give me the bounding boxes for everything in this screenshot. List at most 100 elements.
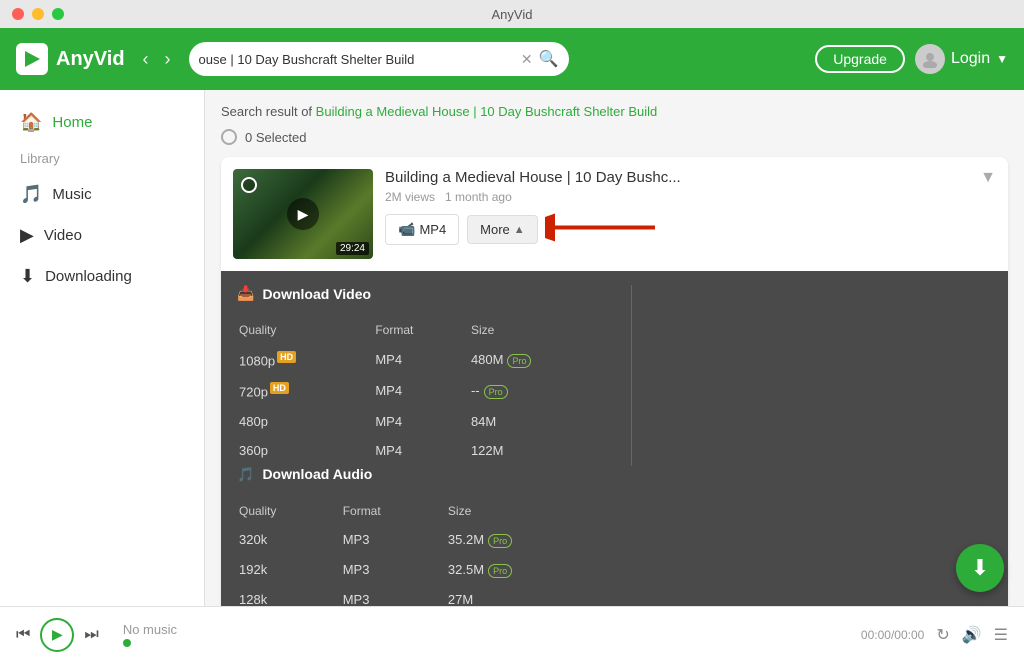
audio-quality-col-header: Quality — [239, 501, 341, 524]
select-all-checkbox[interactable] — [221, 129, 237, 145]
volume-button[interactable]: 🔊 — [962, 625, 982, 645]
content-area: Search result of Building a Medieval Hou… — [205, 90, 1024, 606]
dropdown-arrow-icon[interactable]: ▼ — [996, 52, 1008, 66]
video-select-checkbox-1[interactable] — [241, 177, 257, 193]
card-expand-button-1[interactable]: ▼ — [980, 169, 996, 187]
back-button[interactable]: ‹ — [137, 47, 155, 72]
video-meta-1: 2M views 1 month ago — [385, 190, 996, 204]
video-title-1: Building a Medieval House | 10 Day Bushc… — [385, 169, 996, 186]
video-option-row[interactable]: 360p MP4 122M — [239, 437, 613, 464]
repeat-button[interactable]: ↻ — [936, 625, 949, 645]
download-video-col: 📥 Download Video Quality Format Size — [237, 285, 615, 466]
audio-option-row[interactable]: 192k MP3 32.5MPro — [239, 556, 613, 584]
window-controls[interactable] — [12, 8, 64, 20]
sidebar-home-label: Home — [52, 114, 92, 131]
select-bar: 0 Selected — [221, 129, 1008, 145]
main-layout: 🏠 Home Library 🎵 Music ▶ Video ⬇ Downloa… — [0, 90, 1024, 606]
red-arrow-annotation — [545, 207, 665, 252]
download-video-table: Quality Format Size 1080pHD MP4 480MPro … — [237, 318, 615, 466]
home-icon: 🏠 — [20, 112, 42, 133]
player-bar: ⏮ ▶ ⏭ No music 00:00/00:00 ↻ 🔊 ☰ — [0, 606, 1024, 662]
chevron-up-icon: ▲ — [514, 224, 525, 236]
audio-option-row[interactable]: 320k MP3 35.2MPro — [239, 526, 613, 554]
forward-button[interactable]: › — [159, 47, 177, 72]
sidebar-item-downloading[interactable]: ⬇ Downloading — [0, 256, 204, 297]
video-size-cell: 122M — [471, 437, 613, 464]
sidebar: 🏠 Home Library 🎵 Music ▶ Video ⬇ Downloa… — [0, 90, 205, 606]
video-option-row[interactable]: 480p MP4 84M — [239, 408, 613, 435]
video-quality-cell: 480p — [239, 408, 373, 435]
time-display: 00:00/00:00 — [861, 628, 924, 642]
download-video-label: Download Video — [262, 286, 371, 302]
video-quality-cell: 1080pHD — [239, 345, 373, 374]
video-format-cell: MP4 — [375, 408, 469, 435]
maximize-button[interactable] — [52, 8, 64, 20]
download-video-icon: 📥 — [237, 285, 254, 302]
player-track-info: No music — [111, 622, 849, 647]
sidebar-item-home[interactable]: 🏠 Home — [0, 102, 204, 143]
play-button-1[interactable]: ▶ — [287, 198, 319, 230]
sidebar-video-label: Video — [44, 227, 82, 244]
audio-size-cell: 35.2MPro — [448, 526, 613, 554]
select-count-label: 0 Selected — [245, 130, 306, 145]
download-fab[interactable]: ⬇ — [956, 544, 1004, 592]
music-progress-dot — [123, 639, 131, 647]
more-button-1[interactable]: More ▲ — [467, 215, 538, 244]
nav-arrows[interactable]: ‹ › — [137, 47, 177, 72]
search-clear-button[interactable]: ✕ — [521, 51, 533, 68]
video-thumbnail-1[interactable]: ▶ 29:24 — [233, 169, 373, 259]
sidebar-downloading-label: Downloading — [45, 268, 132, 285]
audio-size-cell: 27M — [448, 586, 613, 606]
header-right: Upgrade Login ▼ — [815, 44, 1008, 74]
column-divider — [631, 285, 632, 466]
sidebar-item-video[interactable]: ▶ Video — [0, 215, 204, 256]
video-option-row[interactable]: 1080pHD MP4 480MPro — [239, 345, 613, 374]
app-logo — [16, 43, 48, 75]
sidebar-item-music[interactable]: 🎵 Music — [0, 174, 204, 215]
mp4-button-1[interactable]: 📹 MP4 — [385, 214, 459, 245]
audio-size-cell: 32.5MPro — [448, 556, 613, 584]
avatar — [915, 44, 945, 74]
video-option-row[interactable]: 720pHD MP4 --Pro — [239, 376, 613, 405]
audio-format-cell: MP3 — [343, 526, 446, 554]
search-result-link[interactable]: Building a Medieval House | 10 Day Bushc… — [316, 104, 658, 119]
download-fab-icon: ⬇ — [971, 555, 989, 581]
window-title: AnyVid — [492, 7, 533, 22]
video-format-cell: MP4 — [375, 437, 469, 464]
queue-button[interactable]: ☰ — [994, 625, 1008, 645]
more-label: More — [480, 222, 510, 237]
music-icon: 🎵 — [20, 184, 42, 205]
download-audio-icon: 🎵 — [237, 466, 254, 483]
mp4-icon: 📹 — [398, 221, 415, 238]
video-format-col-header: Format — [375, 320, 469, 343]
play-pause-button[interactable]: ▶ — [40, 618, 74, 652]
video-card-1-header: ▶ 29:24 Building a Medieval House | 10 D… — [221, 157, 1008, 271]
video-icon: ▶ — [20, 225, 34, 246]
video-quality-col-header: Quality — [239, 320, 373, 343]
audio-option-row[interactable]: 128k MP3 27M — [239, 586, 613, 606]
video-time-1: 1 month ago — [445, 190, 512, 204]
login-label[interactable]: Login — [951, 50, 990, 68]
search-result-header: Search result of Building a Medieval Hou… — [221, 104, 1008, 119]
minimize-button[interactable] — [32, 8, 44, 20]
video-size-cell: 84M — [471, 408, 613, 435]
video-size-cell: 480MPro — [471, 345, 613, 374]
search-icon[interactable]: 🔍 — [539, 49, 559, 69]
search-bar[interactable]: ouse | 10 Day Bushcraft Shelter Build ✕ … — [189, 42, 569, 76]
login-area[interactable]: Login ▼ — [915, 44, 1008, 74]
video-actions-1: 📹 MP4 More ▲ — [385, 214, 996, 245]
audio-quality-cell: 320k — [239, 526, 341, 554]
search-text: ouse | 10 Day Bushcraft Shelter Build — [199, 52, 515, 67]
app-name: AnyVid — [56, 48, 125, 71]
download-panel-1: 📥 Download Video Quality Format Size — [221, 271, 1008, 606]
audio-size-col-header: Size — [448, 501, 613, 524]
video-quality-cell: 720pHD — [239, 376, 373, 405]
mp4-label: MP4 — [419, 222, 446, 237]
upgrade-button[interactable]: Upgrade — [815, 45, 905, 73]
video-quality-cell: 360p — [239, 437, 373, 464]
header: AnyVid ‹ › ouse | 10 Day Bushcraft Shelt… — [0, 28, 1024, 90]
download-audio-table: Quality Format Size 320k MP3 35.2MPro 19… — [237, 499, 615, 606]
close-button[interactable] — [12, 8, 24, 20]
prev-button[interactable]: ⏮ — [16, 626, 30, 644]
next-button[interactable]: ⏭ — [84, 626, 98, 644]
